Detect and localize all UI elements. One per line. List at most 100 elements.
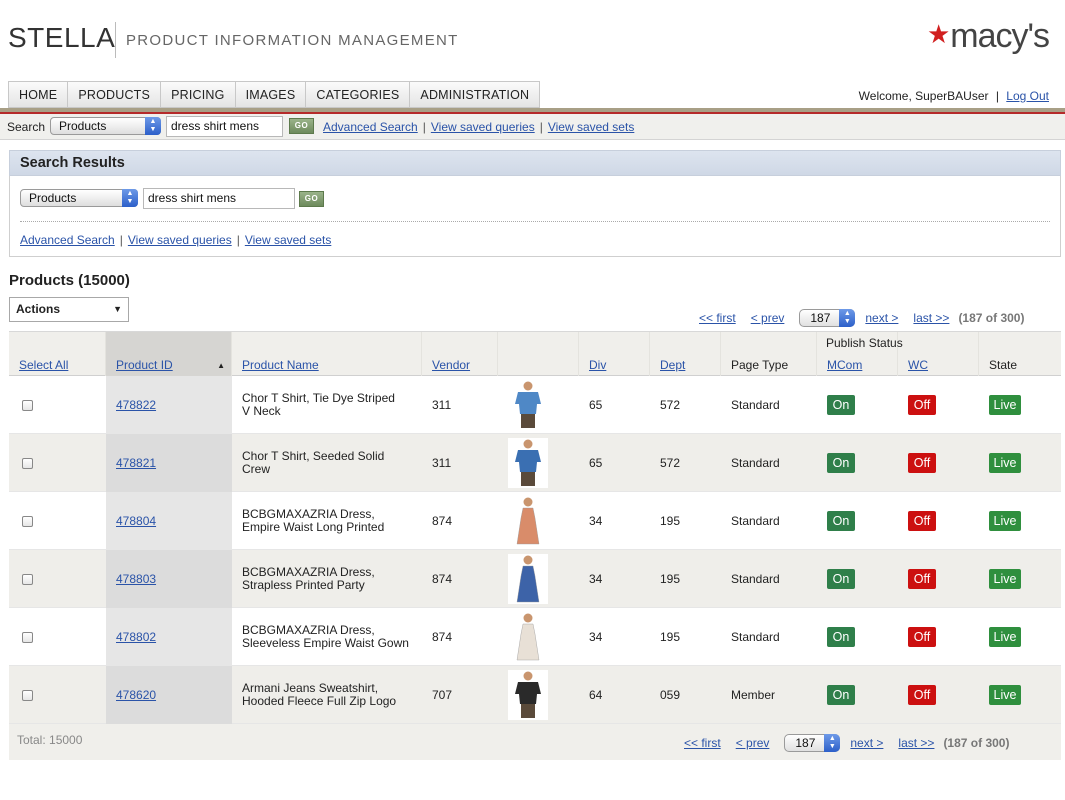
state-badge: Live: [989, 569, 1021, 589]
row-checkbox[interactable]: [22, 573, 33, 585]
page-select-value: 187: [810, 311, 831, 325]
product-name: BCBGMAXAZRIA Dress, Sleeveless Empire Wa…: [242, 622, 409, 650]
product-id-cell: 478821: [106, 434, 232, 492]
mcom-status-badge[interactable]: On: [827, 627, 855, 647]
nav-tab-home[interactable]: HOME: [8, 81, 68, 108]
search-go-button[interactable]: GO: [289, 118, 314, 134]
state-cell: Live: [979, 492, 1061, 550]
product-id-link[interactable]: 478821: [116, 456, 156, 470]
product-thumbnail[interactable]: [508, 380, 548, 430]
results-scope-select[interactable]: Products ▲ ▼: [20, 189, 138, 207]
saved-queries-link[interactable]: View saved queries: [431, 120, 535, 134]
nav-tab-pricing[interactable]: PRICING: [160, 81, 235, 108]
vendor-cell: 874: [422, 608, 498, 666]
mcom-status-badge[interactable]: On: [827, 569, 855, 589]
wc-cell: Off: [898, 608, 979, 666]
mcom-cell: On: [817, 550, 898, 608]
pager-bottom: << first < prev 187 ▲ ▼ next > last >> (1…: [684, 734, 1009, 752]
saved-sets-link[interactable]: View saved sets: [548, 120, 635, 134]
nav-tab-categories[interactable]: CATEGORIES: [305, 81, 410, 108]
state-badge: Live: [989, 627, 1021, 647]
prev-page-link[interactable]: < prev: [751, 311, 785, 325]
results-search-input[interactable]: dress shirt mens: [143, 188, 295, 209]
state-header: State: [989, 358, 1018, 372]
wc-status-badge[interactable]: Off: [908, 627, 936, 647]
vendor-cell: 707: [422, 666, 498, 724]
product-thumbnail[interactable]: [508, 670, 548, 720]
saved-sets-link[interactable]: View saved sets: [245, 233, 332, 247]
state-badge: Live: [989, 685, 1021, 705]
search-scope-select[interactable]: Products ▲ ▼: [50, 117, 161, 135]
product-thumbnail[interactable]: [508, 438, 548, 488]
row-checkbox[interactable]: [22, 399, 33, 411]
last-page-link[interactable]: last >>: [898, 736, 934, 750]
select-cell: [9, 376, 106, 434]
pager-top: << first < prev 187 ▲ ▼ next > last >> (1…: [699, 309, 1024, 327]
product-id-link[interactable]: 478803: [116, 572, 156, 586]
products-table: Select All Product ID ▲ Product Name Vend…: [9, 331, 1061, 760]
search-input[interactable]: dress shirt mens: [166, 116, 283, 137]
product-thumbnail[interactable]: [508, 612, 548, 662]
last-page-link[interactable]: last >>: [913, 311, 949, 325]
sort-div[interactable]: Div: [589, 358, 606, 372]
first-page-link[interactable]: << first: [699, 311, 736, 325]
div-value: 34: [589, 630, 603, 644]
macys-logo: ★macy's: [927, 17, 1050, 56]
prev-page-link[interactable]: < prev: [736, 736, 770, 750]
mcom-status-badge[interactable]: On: [827, 685, 855, 705]
separator: |: [539, 120, 543, 134]
row-checkbox[interactable]: [22, 631, 33, 643]
separator: |: [422, 120, 426, 134]
product-id-link[interactable]: 478804: [116, 514, 156, 528]
next-page-link[interactable]: next >: [865, 311, 898, 325]
product-thumbnail[interactable]: [508, 496, 548, 546]
mcom-status-badge[interactable]: On: [827, 395, 855, 415]
advanced-search-link[interactable]: Advanced Search: [323, 120, 418, 134]
mcom-cell: On: [817, 376, 898, 434]
separator: |: [119, 233, 123, 247]
brand-divider: [115, 22, 116, 58]
row-checkbox[interactable]: [22, 515, 33, 527]
product-name: Chor T Shirt, Tie Dye Striped V Neck: [242, 390, 395, 418]
search-links: Advanced Search | View saved queries | View …: [323, 120, 634, 134]
product-id-link[interactable]: 478822: [116, 398, 156, 412]
wc-status-badge[interactable]: Off: [908, 453, 936, 473]
sort-mcom[interactable]: MCom: [827, 358, 862, 372]
sort-wc[interactable]: WC: [908, 358, 928, 372]
sort-product-name[interactable]: Product Name: [242, 358, 319, 372]
vendor-value: 707: [432, 688, 453, 702]
page-type-header: Page Type: [731, 358, 789, 372]
state-cell: Live: [979, 376, 1061, 434]
actions-dropdown[interactable]: Actions ▼: [9, 297, 129, 322]
wc-status-badge[interactable]: Off: [908, 511, 936, 531]
select-all-link[interactable]: Select All: [19, 358, 68, 372]
saved-queries-link[interactable]: View saved queries: [128, 233, 232, 247]
sort-vendor[interactable]: Vendor: [432, 358, 470, 372]
state-cell: Live: [979, 608, 1061, 666]
advanced-search-link[interactable]: Advanced Search: [20, 233, 115, 247]
nav-tab-administration[interactable]: ADMINISTRATION: [409, 81, 541, 108]
page-select[interactable]: 187 ▲ ▼: [799, 309, 856, 327]
row-checkbox[interactable]: [22, 457, 33, 469]
product-name-cell: BCBGMAXAZRIA Dress, Empire Waist Long Pr…: [232, 492, 422, 550]
wc-status-badge[interactable]: Off: [908, 395, 936, 415]
first-page-link[interactable]: << first: [684, 736, 721, 750]
nav-tab-products[interactable]: PRODUCTS: [67, 81, 161, 108]
results-go-button[interactable]: GO: [299, 191, 324, 207]
page-select[interactable]: 187 ▲ ▼: [784, 734, 841, 752]
row-checkbox[interactable]: [22, 689, 33, 701]
mcom-status-badge[interactable]: On: [827, 511, 855, 531]
mcom-cell: On: [817, 666, 898, 724]
wc-status-badge[interactable]: Off: [908, 685, 936, 705]
product-thumbnail[interactable]: [508, 554, 548, 604]
sort-dept[interactable]: Dept: [660, 358, 685, 372]
product-id-link[interactable]: 478802: [116, 630, 156, 644]
nav-tab-images[interactable]: IMAGES: [234, 81, 306, 108]
wc-status-badge[interactable]: Off: [908, 569, 936, 589]
dept-cell: 195: [650, 608, 721, 666]
logout-link[interactable]: Log Out: [1006, 89, 1049, 103]
product-id-link[interactable]: 478620: [116, 688, 156, 702]
mcom-status-badge[interactable]: On: [827, 453, 855, 473]
next-page-link[interactable]: next >: [850, 736, 883, 750]
sort-product-id[interactable]: Product ID: [116, 358, 173, 372]
